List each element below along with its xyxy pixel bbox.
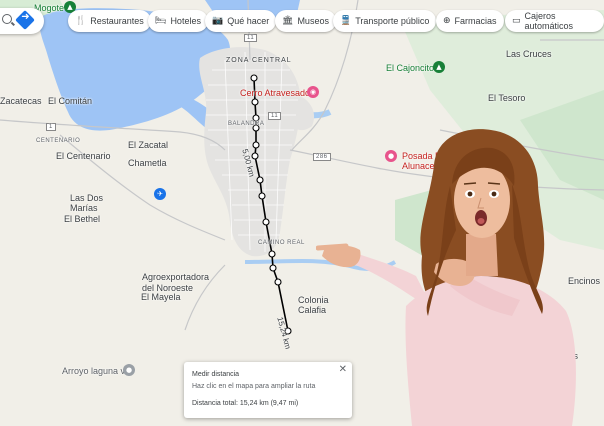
close-icon[interactable]: ✕ bbox=[339, 364, 347, 375]
transit-icon: 🚆 bbox=[340, 16, 352, 26]
place-label: CENTENARIO bbox=[36, 138, 81, 144]
chip-label: Hoteles bbox=[170, 16, 201, 26]
measure-point[interactable] bbox=[269, 264, 277, 272]
top-bar: 🍴 Restaurantes 🛏 Hoteles 📷 Qué hacer 🏛 M… bbox=[0, 8, 604, 34]
chip-label: Cajeros automáticos bbox=[524, 11, 574, 31]
measure-point[interactable] bbox=[262, 218, 270, 226]
place-label[interactable]: Arroyo laguna v bbox=[62, 366, 125, 376]
place-label[interactable]: Las Dos Marías bbox=[70, 193, 103, 213]
chip-label: Qué hacer bbox=[227, 16, 270, 26]
total-distance: Distancia total: 15,24 km (9,47 mi) bbox=[192, 400, 299, 407]
airport-poi-icon[interactable]: ✈ bbox=[154, 188, 166, 200]
chip-restaurantes[interactable]: 🍴 Restaurantes bbox=[68, 10, 151, 32]
restaurant-icon: 🍴 bbox=[75, 16, 87, 26]
location-poi-icon[interactable]: ● bbox=[123, 364, 135, 376]
hotel-icon: 🛏 bbox=[155, 16, 167, 26]
chip-label: Restaurantes bbox=[90, 16, 144, 26]
highway-shield: 11 bbox=[244, 34, 258, 42]
measure-point[interactable] bbox=[250, 74, 258, 82]
atm-icon: ▭ bbox=[512, 16, 521, 26]
chip-label: Transporte público bbox=[355, 16, 430, 26]
chip-transporte[interactable]: 🚆 Transporte público bbox=[333, 10, 437, 32]
chip-hoteles[interactable]: 🛏 Hoteles bbox=[148, 10, 208, 32]
chip-cajeros[interactable]: ▭ Cajeros automáticos bbox=[505, 10, 604, 32]
place-label[interactable]: El Mayela bbox=[141, 292, 181, 302]
chip-farmacias[interactable]: ⊕ Farmacias bbox=[436, 10, 504, 32]
place-label[interactable]: El Tesoro bbox=[488, 93, 525, 103]
chip-museos[interactable]: 🏛 Museos bbox=[275, 10, 336, 32]
district-label: ZONA CENTRAL bbox=[226, 57, 292, 64]
viewpoint-poi-icon[interactable]: ◉ bbox=[307, 86, 319, 98]
measure-point[interactable] bbox=[258, 192, 266, 200]
chip-label: Farmacias bbox=[454, 16, 497, 26]
place-label[interactable]: El Cajoncito bbox=[386, 63, 434, 73]
place-label[interactable]: Chametla bbox=[128, 158, 167, 168]
measure-distance-panel: Medir distancia ✕ Haz clic en el mapa pa… bbox=[184, 362, 352, 418]
pharmacy-icon: ⊕ bbox=[443, 16, 451, 26]
measure-point[interactable] bbox=[256, 176, 264, 184]
highway-shield: 11 bbox=[268, 112, 282, 120]
poi-label[interactable]: Cerro Atravesado bbox=[240, 88, 310, 98]
measure-point[interactable] bbox=[268, 250, 276, 258]
place-label[interactable]: Zacatecas bbox=[0, 96, 42, 106]
directions-icon[interactable] bbox=[15, 10, 35, 30]
search-box[interactable] bbox=[0, 8, 44, 34]
place-label[interactable]: El Bethel bbox=[64, 214, 100, 224]
place-label[interactable]: El Comitán bbox=[48, 96, 92, 106]
person-photo bbox=[316, 129, 576, 426]
chip-label: Museos bbox=[297, 16, 329, 26]
place-label[interactable]: Agroexportadora del Noroeste bbox=[142, 272, 209, 294]
camera-icon: 📷 bbox=[212, 16, 224, 26]
district-label: CAMINO REAL bbox=[258, 240, 305, 246]
search-icon[interactable] bbox=[2, 14, 12, 24]
park-poi-icon[interactable]: ▲ bbox=[433, 61, 445, 73]
place-label[interactable]: El Zacatal bbox=[128, 140, 168, 150]
place-label[interactable]: Las Cruces bbox=[506, 49, 552, 59]
place-label[interactable]: El Centenario bbox=[56, 151, 111, 161]
measure-point[interactable] bbox=[274, 278, 282, 286]
measure-point[interactable] bbox=[252, 141, 260, 149]
highway-shield: 1 bbox=[46, 123, 56, 131]
panel-title: Medir distancia bbox=[192, 371, 240, 378]
chip-que-hacer[interactable]: 📷 Qué hacer bbox=[205, 10, 277, 32]
district-label: BALANDRA bbox=[228, 121, 265, 127]
museum-icon: 🏛 bbox=[282, 16, 294, 26]
measure-point[interactable] bbox=[251, 98, 259, 106]
panel-hint: Haz clic en el mapa para ampliar la ruta bbox=[192, 383, 316, 390]
measure-point[interactable] bbox=[251, 152, 259, 160]
